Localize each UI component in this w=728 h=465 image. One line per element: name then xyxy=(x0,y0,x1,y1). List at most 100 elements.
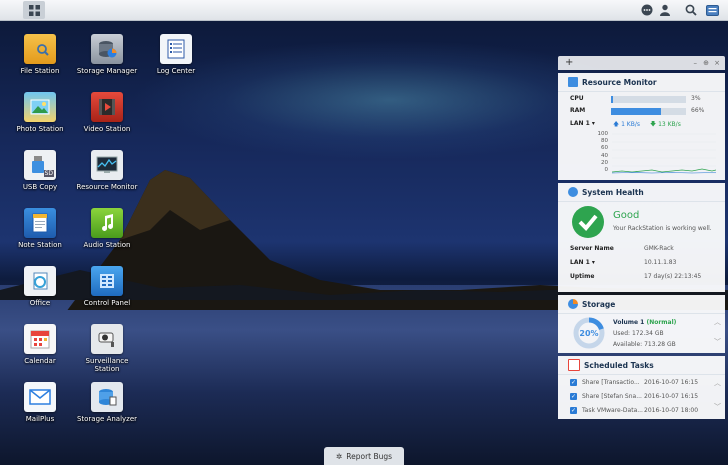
info-icon xyxy=(568,187,578,197)
resource-monitor-title: Resource Monitor xyxy=(558,73,725,92)
search-icon xyxy=(685,4,697,16)
office-icon xyxy=(24,266,56,296)
video-play-icon xyxy=(91,92,123,122)
sd-badge: SD xyxy=(43,170,54,177)
desktop-icon-label: Surveillance Station xyxy=(85,357,129,373)
widget-panel-header: + – ⊕ × xyxy=(558,56,725,70)
server-name-label: Server Name xyxy=(570,245,614,252)
calendar-icon xyxy=(24,324,56,354)
camera-icon xyxy=(91,324,123,354)
cpu-bar xyxy=(611,96,686,103)
chevron-up-icon[interactable]: ︿ xyxy=(714,317,721,327)
desktop-icon-label: Control Panel xyxy=(83,299,131,307)
desktop-icon-resource-monitor[interactable]: Resource Monitor xyxy=(72,150,142,191)
music-note-icon xyxy=(91,208,123,238)
task-check-icon: ✓ xyxy=(570,379,577,386)
task-name: Share [Transactio... xyxy=(582,379,640,386)
log-list-icon xyxy=(160,34,192,64)
storage-used: Used: 172.34 GB xyxy=(613,330,664,337)
storage-analyzer-icon xyxy=(91,382,123,412)
resource-monitor-icon xyxy=(568,77,578,87)
scheduled-tasks-title: Scheduled Tasks xyxy=(558,356,725,375)
bug-icon: ✲ xyxy=(335,451,343,461)
pin-icon[interactable]: ⊕ xyxy=(703,56,709,70)
user-button[interactable] xyxy=(656,1,674,19)
task-name: Task VMware-Data... xyxy=(582,407,643,414)
lan-ip-value: 10.11.1.83 xyxy=(644,259,677,266)
health-message: Your RackStation is working well. xyxy=(613,225,712,232)
upload-rate: 🡅 1 KB/s xyxy=(613,121,641,128)
taskbar xyxy=(0,0,728,21)
chevron-down-icon[interactable]: ﹀ xyxy=(714,402,721,412)
scheduled-tasks-widget: Scheduled Tasks ✓ Share [Transactio... 2… xyxy=(558,356,725,419)
usb-icon: SD xyxy=(24,150,56,180)
desktop-icon-office[interactable]: Office xyxy=(5,266,75,307)
control-panel-icon xyxy=(91,266,123,296)
report-bugs-button[interactable]: ✲ Report Bugs xyxy=(324,447,404,465)
desktop-icon-storage-analyzer[interactable]: Storage Analyzer xyxy=(72,382,142,423)
photo-icon xyxy=(24,92,56,122)
database-icon xyxy=(91,34,123,64)
desktop-icon-storage-manager[interactable]: Storage Manager xyxy=(72,34,142,75)
desktop-icon-label: Calendar xyxy=(24,357,56,365)
task-time: 2016-10-07 18:00 xyxy=(644,407,699,414)
user-icon xyxy=(660,4,670,16)
add-widget-icon[interactable]: + xyxy=(565,56,573,70)
task-calendar-icon xyxy=(568,359,580,371)
storage-title: Storage xyxy=(558,295,725,314)
uptime-label: Uptime xyxy=(570,273,595,280)
storage-usage-ring: 20% xyxy=(573,317,605,349)
desktop-icon-label: Storage Manager xyxy=(76,67,138,75)
desktop-icon-label: Office xyxy=(29,299,51,307)
checkmark-icon xyxy=(572,206,604,238)
task-time: 2016-10-07 16:15 xyxy=(644,393,699,400)
lan-ip-selector[interactable]: LAN 1 ▾ xyxy=(570,259,595,266)
desktop-icon-file-station[interactable]: File Station xyxy=(5,34,75,75)
desktop-icon-audio-station[interactable]: Audio Station xyxy=(72,208,142,249)
desktop-icon-log-center[interactable]: Log Center xyxy=(141,34,211,75)
ram-bar-fill xyxy=(611,108,661,115)
desktop-icon-label: Video Station xyxy=(83,125,131,133)
desktop-icon-label: MailPlus xyxy=(25,415,55,423)
desktop-icon-label: Resource Monitor xyxy=(76,183,138,191)
close-icon[interactable]: × xyxy=(714,56,720,70)
storage-pie-icon xyxy=(568,299,578,309)
resource-monitor-widget: Resource Monitor CPU 3% RAM 66% LAN 1 ▾ … xyxy=(558,73,725,180)
chevron-down-icon[interactable]: ﹀ xyxy=(714,337,721,347)
grid-icon xyxy=(28,4,40,16)
task-name: Share [Stefan Sna... xyxy=(582,393,642,400)
widgets-icon xyxy=(705,4,719,16)
desktop-icon-photo-station[interactable]: Photo Station xyxy=(5,92,75,133)
network-chart-axis: 100 80 60 40 20 0 xyxy=(597,131,609,174)
chevron-up-icon[interactable]: ︿ xyxy=(714,378,721,388)
ram-value: 66% xyxy=(691,107,705,114)
chat-button[interactable] xyxy=(638,1,656,19)
volume-name: Volume 1 (Normal) xyxy=(613,319,677,326)
widgets-button[interactable] xyxy=(703,1,721,19)
desktop-icon-video-station[interactable]: Video Station xyxy=(72,92,142,133)
minimize-icon[interactable]: – xyxy=(694,56,698,70)
lan-selector[interactable]: LAN 1 ▾ xyxy=(570,120,595,127)
desktop-icon-control-panel[interactable]: Control Panel xyxy=(72,266,142,307)
monitor-chart-icon xyxy=(91,150,123,180)
desktop-icon-label: Note Station xyxy=(18,241,62,249)
system-health-widget: System Health Good Your RackStation is w… xyxy=(558,183,725,292)
search-button[interactable] xyxy=(682,1,700,19)
task-check-icon: ✓ xyxy=(570,407,577,414)
desktop-icon-mailplus[interactable]: MailPlus xyxy=(5,382,75,423)
task-time: 2016-10-07 16:15 xyxy=(644,379,699,386)
desktop-icon-usb-copy[interactable]: SD USB Copy xyxy=(5,150,75,191)
desktop-icon-note-station[interactable]: Note Station xyxy=(5,208,75,249)
desktop-icon-label: Log Center xyxy=(156,67,196,75)
desktop-icon-calendar[interactable]: Calendar xyxy=(5,324,75,365)
server-name-value: GMK-Rack xyxy=(644,245,674,252)
ram-label: RAM xyxy=(570,107,586,114)
task-check-icon: ✓ xyxy=(570,393,577,400)
desktop-icon-surveillance-station[interactable]: Surveillance Station xyxy=(72,324,142,373)
download-rate: 🡇 13 KB/s xyxy=(650,121,681,128)
desktop-icon-label: Photo Station xyxy=(16,125,64,133)
desktop-icon-label: USB Copy xyxy=(22,183,58,191)
cpu-value: 3% xyxy=(691,95,701,102)
main-menu-button[interactable] xyxy=(23,1,45,19)
uptime-value: 17 day(s) 22:13:45 xyxy=(644,273,702,280)
